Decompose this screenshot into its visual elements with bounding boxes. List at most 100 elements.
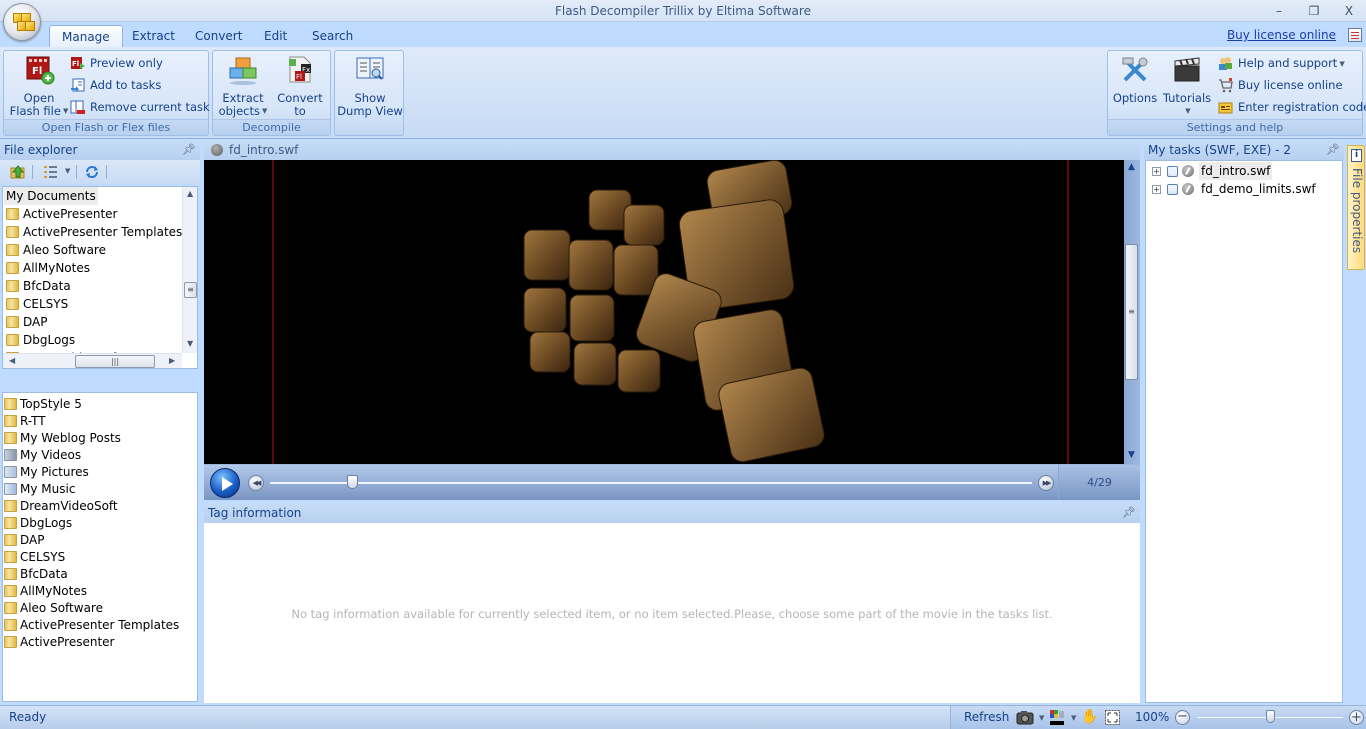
- scroll-thumb[interactable]: ≡: [184, 282, 197, 298]
- application-menu-button[interactable]: [3, 3, 41, 41]
- extract-objects-button[interactable]: Extract objects ▼: [216, 54, 270, 118]
- list-item[interactable]: My Weblog Posts: [3, 429, 121, 447]
- tree-horizontal-scrollbar[interactable]: ◀ ||| ▶: [3, 353, 182, 368]
- extract-objects-label-2: objects: [218, 104, 261, 118]
- file-properties-side-tab[interactable]: i File properties: [1347, 145, 1365, 270]
- tree-root-my-documents[interactable]: My Documents: [4, 187, 98, 205]
- tab-extract[interactable]: Extract: [120, 25, 187, 47]
- refresh-icon[interactable]: [84, 164, 100, 180]
- list-item-label: ActivePresenter Templates: [20, 618, 180, 632]
- tree-item[interactable]: Aleo Software: [3, 241, 106, 259]
- refresh-button[interactable]: Refresh: [964, 710, 1009, 724]
- zoom-out-button[interactable]: −: [1175, 710, 1190, 725]
- tree-item[interactable]: ActivePresenter Templates: [3, 223, 182, 241]
- fast-forward-button[interactable]: ▶▶: [1038, 475, 1054, 491]
- preview-only-button[interactable]: Fl Preview only: [70, 53, 163, 73]
- tree-vertical-scrollbar[interactable]: ▲ ≡ ▼: [182, 187, 197, 353]
- videos-folder-icon: [4, 449, 17, 461]
- scroll-left-arrow-icon[interactable]: ◀: [9, 356, 15, 365]
- list-item-label: DAP: [20, 533, 45, 547]
- close-button[interactable]: X: [1336, 2, 1362, 20]
- zoom-slider-thumb[interactable]: [1266, 710, 1275, 723]
- folder-icon: [4, 585, 17, 597]
- hscroll-thumb[interactable]: |||: [75, 355, 155, 368]
- tree-item[interactable]: DbgLogs: [3, 331, 75, 349]
- list-item[interactable]: DreamVideoSoft: [3, 497, 118, 515]
- list-item[interactable]: AllMyNotes: [3, 582, 87, 600]
- tasks-tree: + fd_intro.swf + fd_demo_limits.swf: [1145, 160, 1343, 703]
- list-item[interactable]: BfcData: [3, 565, 68, 583]
- folder-up-icon[interactable]: [10, 164, 26, 180]
- camera-icon[interactable]: [1016, 710, 1034, 725]
- tab-search[interactable]: Search: [300, 25, 365, 47]
- play-button[interactable]: [210, 468, 240, 498]
- dropdown-arrow-icon: ▼: [62, 107, 69, 115]
- list-item[interactable]: CELSYS: [3, 548, 65, 566]
- buy-license-online-button[interactable]: Buy license online: [1218, 75, 1343, 95]
- scroll-right-arrow-icon[interactable]: ▶: [169, 356, 175, 365]
- list-item[interactable]: ActivePresenter Templates: [3, 616, 179, 634]
- show-dump-view-button[interactable]: Show Dump View: [337, 54, 403, 118]
- checklist-icon[interactable]: [1348, 28, 1362, 42]
- pictures-folder-icon: [4, 466, 17, 478]
- list-item[interactable]: Aleo Software: [3, 599, 103, 617]
- list-item[interactable]: DbgLogs: [3, 514, 72, 532]
- minimize-button[interactable]: –: [1266, 2, 1292, 20]
- hand-pan-icon[interactable]: ✋: [1081, 709, 1098, 725]
- rewind-button[interactable]: ◀◀: [248, 475, 264, 491]
- zoom-in-button[interactable]: +: [1349, 710, 1364, 725]
- preview-file-tab[interactable]: fd_intro.swf: [229, 143, 298, 157]
- open-flash-file-button[interactable]: Fl Open Flash file ▼: [8, 54, 70, 118]
- task-checkbox[interactable]: [1167, 184, 1178, 195]
- list-item[interactable]: My Videos: [3, 446, 81, 464]
- help-and-support-button[interactable]: Help and support ▼: [1218, 53, 1345, 73]
- expand-icon[interactable]: +: [1152, 167, 1161, 176]
- tree-item[interactable]: AllMyNotes: [3, 259, 90, 277]
- preview-only-label: Preview only: [90, 56, 163, 70]
- frame-counter: 4/29: [1058, 465, 1140, 500]
- view-dropdown-arrow-icon[interactable]: ▼: [65, 167, 70, 175]
- scroll-down-arrow-icon[interactable]: ▼: [1128, 450, 1135, 460]
- scroll-down-arrow-icon[interactable]: ▼: [187, 339, 193, 348]
- tree-item[interactable]: ActivePresenter: [3, 205, 117, 223]
- scroll-up-arrow-icon[interactable]: ▲: [1128, 162, 1135, 172]
- fit-to-window-icon[interactable]: [1105, 710, 1120, 725]
- options-button[interactable]: Options: [1112, 54, 1158, 105]
- list-item[interactable]: R-TT: [3, 412, 46, 430]
- movie-preview[interactable]: [204, 160, 1124, 464]
- tab-edit[interactable]: Edit: [252, 25, 299, 47]
- view-list-icon[interactable]: [43, 164, 59, 180]
- list-item[interactable]: ActivePresenter: [3, 633, 114, 651]
- tree-item[interactable]: DAP: [3, 313, 47, 331]
- tutorials-button[interactable]: Tutorials ▼: [1162, 54, 1212, 118]
- tab-manage[interactable]: Manage: [49, 25, 123, 47]
- color-dropdown-icon[interactable]: ▼: [1071, 714, 1076, 722]
- list-item[interactable]: My Music: [3, 480, 75, 498]
- pin-icon[interactable]: 📌︎: [1326, 140, 1340, 160]
- camera-dropdown-icon[interactable]: ▼: [1039, 714, 1044, 722]
- tab-convert[interactable]: Convert: [183, 25, 254, 47]
- timeline-track[interactable]: [270, 482, 1032, 484]
- maximize-button[interactable]: ❐: [1301, 2, 1327, 20]
- remove-current-task-button[interactable]: Remove current task▼: [70, 97, 217, 117]
- expand-icon[interactable]: +: [1152, 185, 1161, 194]
- tree-item[interactable]: BfcData: [3, 277, 71, 295]
- scroll-up-arrow-icon[interactable]: ▲: [187, 189, 193, 198]
- timeline-playhead[interactable]: [346, 475, 358, 489]
- enter-registration-code-button[interactable]: Enter registration code: [1218, 97, 1366, 117]
- list-item[interactable]: DAP: [3, 531, 44, 549]
- list-item-label: My Pictures: [20, 465, 89, 479]
- background-color-icon[interactable]: [1049, 709, 1065, 726]
- list-item[interactable]: TopStyle 5: [3, 395, 82, 413]
- task-checkbox[interactable]: [1167, 166, 1178, 177]
- pin-icon[interactable]: 📌︎: [1122, 503, 1136, 523]
- preview-vertical-scrollbar[interactable]: ▲ ≡ ▼: [1124, 160, 1140, 464]
- task-item[interactable]: + fd_intro.swf: [1146, 162, 1342, 180]
- buy-license-link[interactable]: Buy license online: [1227, 28, 1336, 42]
- preview-scroll-thumb[interactable]: ≡: [1125, 244, 1138, 380]
- pin-icon[interactable]: 📌︎: [182, 140, 196, 160]
- list-item[interactable]: My Pictures: [3, 463, 89, 481]
- task-item[interactable]: + fd_demo_limits.swf: [1146, 180, 1342, 198]
- tree-item[interactable]: CELSYS: [3, 295, 68, 313]
- add-to-tasks-button[interactable]: Add to tasks: [70, 75, 161, 95]
